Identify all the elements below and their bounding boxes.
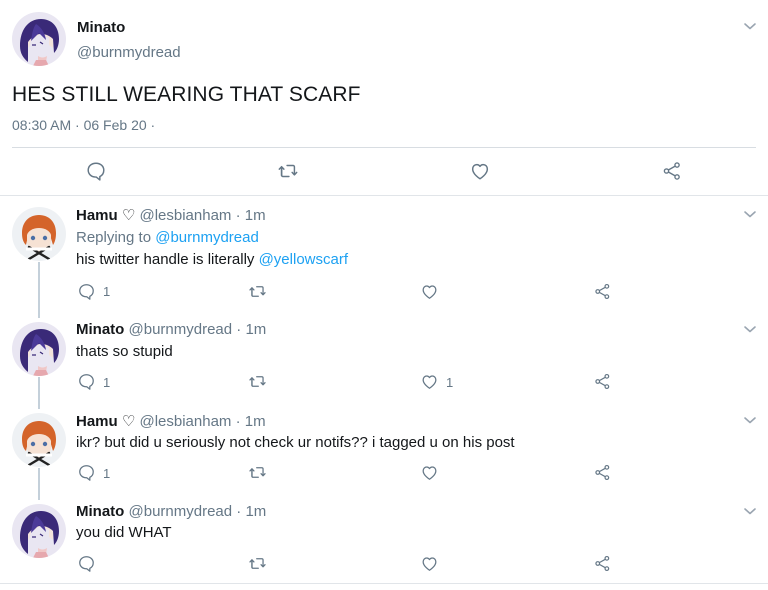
chevron-down-icon[interactable] [742, 18, 758, 34]
reply-author-name[interactable]: Hamu ♡ [76, 207, 135, 224]
reply-icon[interactable] [77, 463, 96, 482]
retweet-icon[interactable] [276, 160, 300, 182]
tweet-timestamp: 08:30 AM · 06 Feb 20 · [12, 117, 156, 133]
reply-text: his twitter handle is literally @yellows… [76, 251, 348, 268]
reply-count: 1 [103, 466, 111, 481]
reply-time: · 1m [236, 321, 267, 338]
avatar-minato[interactable] [12, 12, 66, 66]
share-icon[interactable] [661, 160, 683, 182]
retweet-icon[interactable] [247, 372, 268, 391]
like-icon[interactable] [420, 282, 439, 301]
replying-to-label: Replying to [76, 229, 156, 246]
reply-author-handle[interactable]: @burnmydread [129, 321, 233, 338]
reply-icon[interactable] [77, 282, 96, 301]
avatar-minato[interactable] [12, 322, 66, 376]
thread-line [38, 262, 40, 318]
replying-to: Replying to @burnmydread [76, 229, 259, 246]
share-icon[interactable] [593, 372, 612, 391]
like-count: 1 [446, 375, 454, 390]
reply-author-name[interactable]: Minato [76, 321, 124, 338]
mention-link[interactable]: @yellowscarf [259, 251, 348, 268]
reply-count: 1 [103, 375, 111, 390]
retweet-icon[interactable] [247, 463, 268, 482]
reply-icon[interactable] [77, 372, 96, 391]
like-icon[interactable] [420, 554, 439, 573]
retweet-icon[interactable] [247, 554, 268, 573]
reply-count: 1 [103, 284, 111, 299]
share-icon[interactable] [593, 463, 612, 482]
like-icon[interactable] [469, 160, 491, 182]
tweet-text: HES STILL WEARING THAT SCARF [12, 83, 361, 106]
reply-author-handle[interactable]: @burnmydread [129, 503, 233, 520]
author-name[interactable]: Minato [77, 19, 125, 36]
reply-author-name[interactable]: Hamu ♡ [76, 413, 135, 430]
divider [12, 147, 756, 148]
retweet-icon[interactable] [247, 282, 268, 301]
avatar-minato[interactable] [12, 504, 66, 558]
avatar-hamu[interactable] [12, 207, 66, 261]
avatar-hamu[interactable] [12, 413, 66, 467]
reply-text: ikr? but did u seriously not check ur no… [76, 434, 515, 451]
reply-author-handle[interactable]: @lesbianham [139, 413, 231, 430]
reply-header: Hamu ♡ @lesbianham · 1m [76, 412, 266, 430]
thread-line [38, 468, 40, 500]
reply-text: you did WHAT [76, 524, 172, 541]
reply-text: thats so stupid [76, 343, 173, 360]
share-icon[interactable] [593, 282, 612, 301]
thread-line [38, 377, 40, 409]
share-icon[interactable] [593, 554, 612, 573]
reply-author-name[interactable]: Minato [76, 503, 124, 520]
reply-time: · 1m [235, 413, 266, 430]
reply-author-handle[interactable]: @lesbianham [139, 207, 231, 224]
chevron-down-icon[interactable] [742, 412, 758, 428]
chevron-down-icon[interactable] [742, 503, 758, 519]
divider [0, 583, 768, 584]
reply-time: · 1m [235, 207, 266, 224]
chevron-down-icon[interactable] [742, 206, 758, 222]
reply-icon[interactable] [77, 554, 96, 573]
reply-icon[interactable] [85, 160, 107, 182]
reply-header: Minato @burnmydread · 1m [76, 321, 266, 338]
like-icon[interactable] [420, 372, 439, 391]
like-icon[interactable] [420, 463, 439, 482]
chevron-down-icon[interactable] [742, 321, 758, 337]
reply-header: Minato @burnmydread · 1m [76, 503, 266, 520]
reply-time: · 1m [236, 503, 267, 520]
replying-to-link[interactable]: @burnmydread [155, 229, 259, 246]
divider [0, 195, 768, 196]
reply-text-body: his twitter handle is literally [76, 251, 259, 268]
author-handle[interactable]: @burnmydread [77, 44, 181, 61]
reply-header: Hamu ♡ @lesbianham · 1m [76, 206, 266, 224]
